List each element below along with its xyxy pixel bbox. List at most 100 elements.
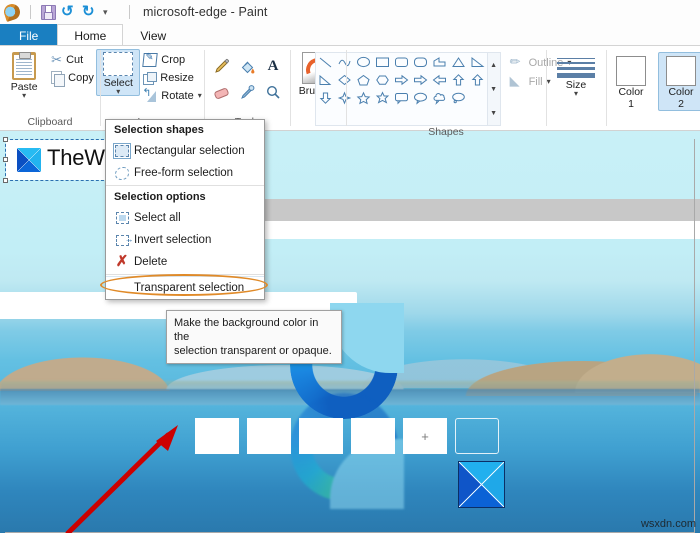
tile[interactable]	[351, 418, 395, 454]
size-button[interactable]: Size ▾	[550, 49, 602, 98]
tooltip-line-2: selection transparent or opaque.	[174, 345, 332, 357]
resize-handle-nw[interactable]	[3, 137, 8, 142]
shape-thought-callout[interactable]	[449, 89, 468, 107]
browser-tiles: +	[195, 418, 499, 454]
shape-right-arrow[interactable]	[392, 71, 411, 89]
shape-oval-callout[interactable]	[411, 89, 430, 107]
select-dropdown-menu[interactable]: Selection shapes Rectangular selection F…	[100, 119, 268, 300]
color-1-button[interactable]: Color 1	[608, 52, 654, 111]
menu-item-label: Select all	[134, 212, 181, 224]
shape-curve[interactable]	[335, 53, 354, 71]
menu-item-rectangular-selection[interactable]: Rectangular selection	[106, 140, 264, 162]
cut-button[interactable]: ✂ Cut	[48, 51, 100, 68]
shape-extra[interactable]	[468, 89, 487, 107]
shape-six-point-star[interactable]	[373, 89, 392, 107]
shape-five-point-star[interactable]	[354, 89, 373, 107]
shape-polygon[interactable]	[430, 53, 449, 71]
divider	[106, 274, 264, 275]
text-tool[interactable]: A	[261, 54, 285, 78]
chevron-down-icon[interactable]: ▾	[198, 91, 202, 99]
pencil-tool[interactable]	[209, 54, 233, 78]
resize-handle-sw[interactable]	[3, 178, 8, 183]
shape-rounded-rectangular-callout[interactable]	[392, 89, 411, 107]
shapes-gallery[interactable]: ▲ ▼ ▼	[314, 52, 501, 126]
menu-item-label: Delete	[134, 256, 168, 268]
rotate-button[interactable]: Rotate ▾	[140, 86, 207, 104]
menu-item-free-form-selection[interactable]: Free-form selection	[106, 162, 264, 184]
tooltip: Make the background color in the selecti…	[166, 310, 342, 364]
redo-icon[interactable]: ↻	[82, 4, 98, 20]
magnifier-tool[interactable]	[261, 80, 285, 104]
shape-hexagon[interactable]	[373, 71, 392, 89]
select-all-icon	[110, 212, 134, 224]
shape-oval[interactable]	[354, 53, 373, 71]
shape-four-point-star[interactable]	[335, 89, 354, 107]
tile[interactable]	[299, 418, 343, 454]
ribbon-group-shapes: ▲ ▼ ▼ Outline ▾ Fill ▾	[314, 46, 571, 138]
size-icon	[554, 52, 598, 78]
shape-diamond[interactable]	[335, 71, 354, 89]
color-picker-tool[interactable]	[235, 80, 259, 104]
shape-rectangle[interactable]	[373, 53, 392, 71]
shape-right-arrow-2[interactable]	[411, 71, 430, 89]
tile[interactable]	[195, 418, 239, 454]
shape-down-arrow[interactable]	[316, 89, 335, 107]
menu-item-delete[interactable]: ✗ Delete	[106, 251, 264, 273]
outline-icon	[510, 54, 525, 70]
shapes-more-icon[interactable]: ▼	[488, 101, 500, 125]
shape-triangle[interactable]	[449, 53, 468, 71]
shape-rounded-rectangle-2[interactable]	[411, 53, 430, 71]
menu-item-label: Rectangular selection	[134, 145, 245, 157]
copy-button[interactable]: Copy	[48, 69, 100, 87]
tab-home[interactable]: Home	[57, 24, 124, 46]
select-button[interactable]: Select ▾	[96, 49, 141, 96]
menu-item-invert-selection[interactable]: Invert selection	[106, 229, 264, 251]
crop-button[interactable]: Crop	[140, 51, 207, 69]
tab-view[interactable]: View	[123, 24, 183, 46]
shape-cloud-callout[interactable]	[430, 89, 449, 107]
chevron-down-icon[interactable]: ▾	[22, 92, 26, 100]
menu-item-label: Transparent selection	[134, 281, 245, 294]
shapes-scroll-up-icon[interactable]: ▲	[488, 53, 500, 77]
eraser-tool[interactable]	[209, 80, 233, 104]
chevron-down-icon[interactable]: ▾	[574, 90, 578, 98]
shapes-scroll[interactable]: ▲ ▼ ▼	[487, 52, 501, 126]
save-icon[interactable]	[41, 4, 56, 20]
shape-pentagon[interactable]	[354, 71, 373, 89]
shapes-scroll-down-icon[interactable]: ▼	[488, 77, 500, 101]
shape-right-triangle[interactable]	[468, 53, 487, 71]
ribbon-group-colors: Color 1 Color 2 Colors	[606, 46, 700, 130]
browser-titlebar	[237, 199, 700, 221]
shape-up-arrow[interactable]	[449, 71, 468, 89]
rotate-icon	[142, 86, 157, 102]
resize-handle-w[interactable]	[3, 157, 8, 162]
shape-line[interactable]	[316, 53, 335, 71]
copy-label: Copy	[68, 72, 94, 84]
tile[interactable]	[247, 418, 291, 454]
pasted-selection[interactable]: TheWir	[3, 137, 117, 183]
customize-quick-access-icon[interactable]: ▾	[103, 4, 119, 20]
shape-right-triangle-2[interactable]	[316, 71, 335, 89]
menu-item-transparent-selection[interactable]: Transparent selection	[100, 274, 268, 298]
color-2-button[interactable]: Color 2	[658, 52, 700, 111]
tab-file[interactable]: File	[0, 24, 58, 46]
paint-app-icon[interactable]	[1, 1, 23, 23]
ribbon-group-image: Select ▾ Crop Resize Rotate ▾	[96, 46, 207, 130]
shape-left-arrow[interactable]	[430, 71, 449, 89]
shape-up-arrow-2[interactable]	[468, 71, 487, 89]
resize-button[interactable]: Resize	[140, 70, 207, 86]
paste-button[interactable]: Paste ▾	[0, 49, 48, 100]
tile-placeholder[interactable]	[455, 418, 499, 454]
crop-icon	[142, 53, 159, 67]
paint-window: ↺ ↻ ▾ microsoft-edge - Paint File Home V…	[0, 0, 700, 533]
undo-icon[interactable]: ↺	[61, 4, 77, 20]
menu-item-select-all[interactable]: Select all	[106, 207, 264, 229]
shapes-group-label: Shapes	[428, 126, 464, 138]
fill-with-color-tool[interactable]	[235, 54, 259, 78]
chevron-down-icon[interactable]: ▾	[116, 88, 120, 96]
shape-extra-2[interactable]	[316, 107, 335, 125]
ribbon-group-clipboard: Paste ▾ ✂ Cut Copy Clipboard	[0, 46, 100, 130]
color-2-swatch	[666, 56, 696, 86]
shape-rounded-rectangle[interactable]	[392, 53, 411, 71]
tile-add[interactable]: +	[403, 418, 447, 454]
